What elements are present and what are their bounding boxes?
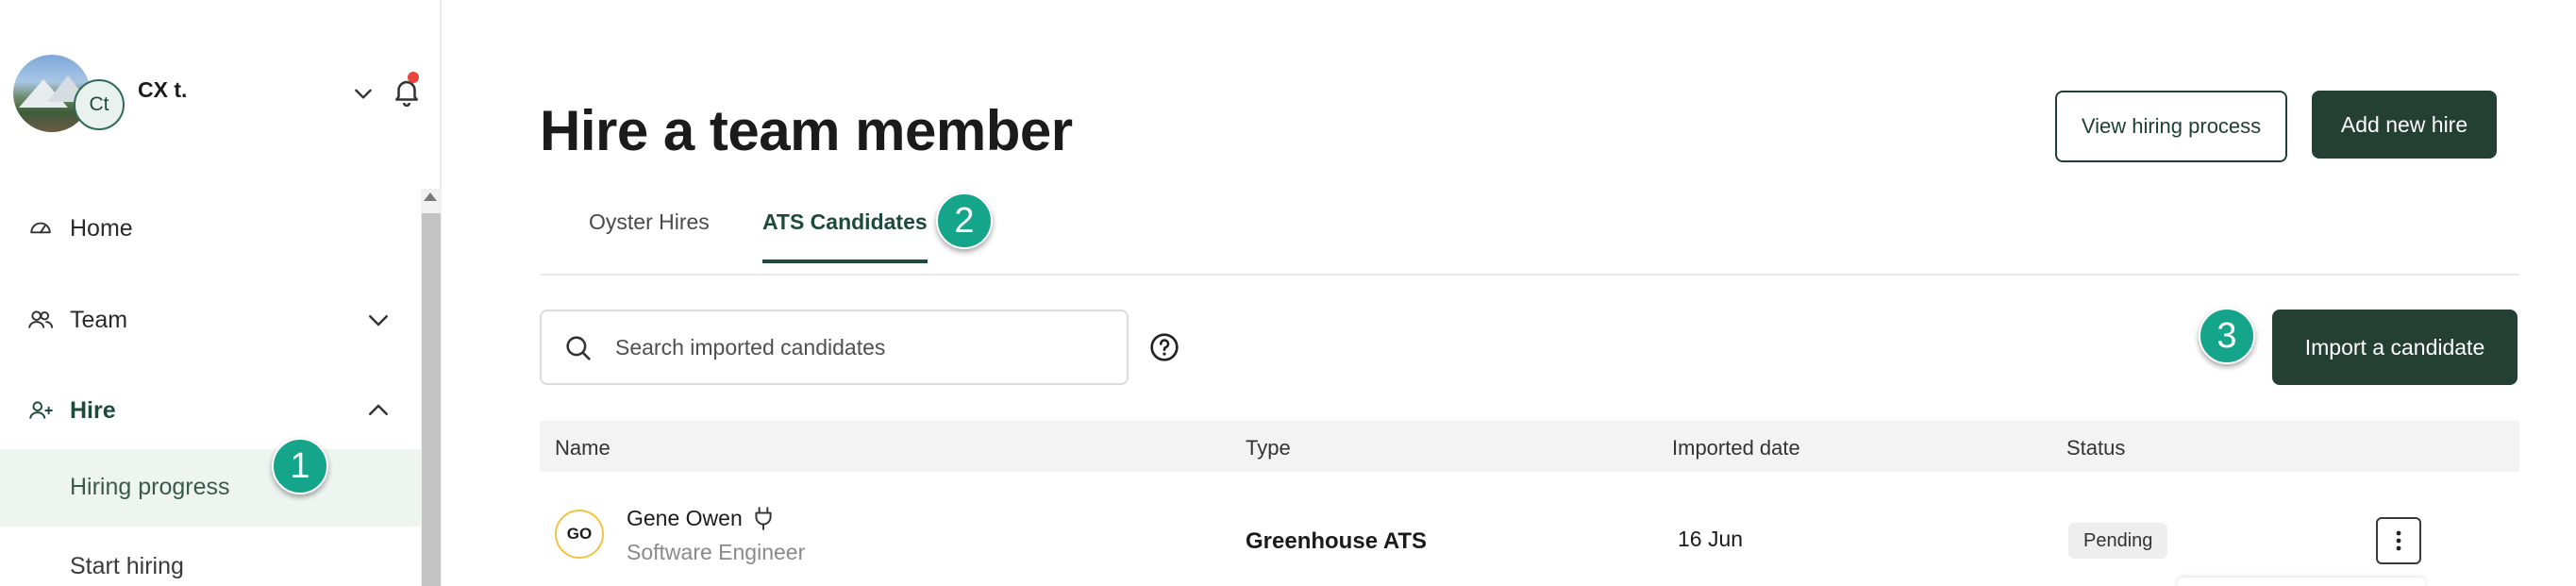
sidebar-item-hire[interactable]: Hire <box>0 373 415 448</box>
sidebar-subitem-label: Hiring progress <box>70 474 230 500</box>
add-person-icon <box>26 396 55 425</box>
column-header-name: Name <box>555 436 611 460</box>
chevron-up-icon[interactable] <box>364 396 393 425</box>
column-header-type: Type <box>1246 436 1291 460</box>
sidebar-item-label: Hire <box>70 396 116 424</box>
tab-oyster-hires[interactable]: Oyster Hires <box>589 209 710 260</box>
column-header-status: Status <box>2066 436 2126 460</box>
user-initials-avatar: Ct <box>74 79 125 130</box>
help-icon[interactable] <box>1149 332 1179 362</box>
sidebar-item-label: Team <box>70 306 128 333</box>
people-icon <box>26 306 55 334</box>
tab-ats-candidates[interactable]: ATS Candidates <box>762 209 928 263</box>
annotation-badge-2: 2 <box>936 193 993 249</box>
tab-bar: Oyster Hires ATS Candidates <box>540 189 2519 276</box>
plug-icon <box>755 507 772 530</box>
column-header-imported-date: Imported date <box>1672 436 1800 460</box>
candidate-role: Software Engineer <box>627 540 806 564</box>
page-title: Hire a team member <box>540 99 1073 162</box>
table-header: Name Type Imported date Status <box>540 421 2519 472</box>
dashboard-icon <box>26 214 55 243</box>
sidebar: Ct CX t. Home Team Hire Hiring progress … <box>0 0 442 586</box>
view-hiring-process-button[interactable]: View hiring process <box>2055 91 2287 162</box>
user-name[interactable]: CX t. <box>138 77 187 103</box>
candidate-avatar: GO <box>555 510 604 559</box>
row-actions-button[interactable] <box>2376 517 2421 564</box>
table-row[interactable]: GO Gene Owen Software Engineer Greenhous… <box>540 472 2519 586</box>
sidebar-subitem-label: Start hiring <box>70 553 184 579</box>
scroll-up-arrow-icon[interactable] <box>424 193 437 201</box>
notification-dot <box>408 72 419 83</box>
sidebar-scrollbar-thumb[interactable] <box>422 213 441 586</box>
chevron-down-icon[interactable] <box>351 81 376 106</box>
search-box <box>540 310 1129 385</box>
import-candidate-button[interactable]: Import a candidate <box>2272 310 2517 385</box>
sidebar-subitem-start-hiring[interactable]: Start hiring <box>0 528 421 586</box>
more-vertical-icon <box>2396 530 2401 551</box>
annotation-badge-1: 1 <box>272 438 328 494</box>
actions-menu-edge <box>2178 578 2425 586</box>
sidebar-item-label: Home <box>70 214 133 242</box>
annotation-badge-3: 3 <box>2199 308 2255 364</box>
status-badge: Pending <box>2068 523 2168 559</box>
candidate-imported-date: 16 Jun <box>1678 527 1744 551</box>
candidate-type: Greenhouse ATS <box>1246 528 1428 554</box>
sidebar-item-home[interactable]: Home <box>0 191 415 266</box>
search-icon <box>566 336 591 360</box>
search-input[interactable] <box>615 326 1106 368</box>
chevron-down-icon[interactable] <box>364 306 393 334</box>
candidate-name[interactable]: Gene Owen <box>627 506 743 531</box>
sidebar-subitem-hiring-progress[interactable]: Hiring progress <box>0 449 421 527</box>
sidebar-item-team[interactable]: Team <box>0 282 415 358</box>
add-new-hire-button[interactable]: Add new hire <box>2312 91 2497 159</box>
